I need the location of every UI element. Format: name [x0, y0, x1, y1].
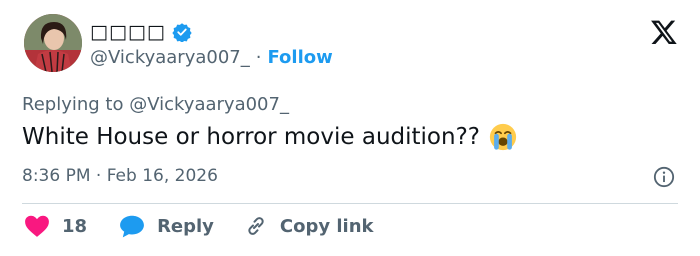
like-count: 18 — [62, 215, 88, 237]
replying-to-label[interactable]: Replying to @Vickyaarya007_ — [22, 94, 289, 115]
user-avatar-photo-icon — [24, 14, 82, 72]
author-name-row: □□□□ — [90, 20, 192, 44]
tweet-actions: 18 Reply Copy link — [24, 214, 374, 238]
tweet-timestamp[interactable]: 8:36 PM · Feb 16, 2026 — [22, 166, 218, 186]
copy-link-label: Copy link — [279, 215, 374, 237]
heart-icon — [25, 215, 49, 237]
author-handle[interactable]: @Vickyaarya007_ — [90, 47, 250, 68]
reply-label: Reply — [157, 215, 214, 237]
x-logo-icon[interactable] — [650, 18, 678, 46]
copy-link-button[interactable]: Copy link — [244, 214, 374, 238]
info-icon[interactable] — [653, 166, 675, 188]
link-chain-icon — [248, 217, 264, 235]
separator-dot: · — [255, 47, 262, 68]
tweet-text: White House or horror movie audition?? — [22, 124, 480, 150]
divider — [22, 203, 678, 204]
author-display-name[interactable]: □□□□ — [90, 21, 166, 43]
reply-bubble-icon — [120, 215, 144, 238]
author-avatar[interactable] — [24, 14, 82, 72]
follow-button[interactable]: Follow — [267, 47, 332, 68]
author-handle-row: @Vickyaarya007_ · Follow — [90, 47, 333, 68]
tweet-body: White House or horror movie audition?? — [22, 122, 518, 152]
loudly-crying-face-emoji-icon — [489, 123, 517, 151]
verified-badge-icon — [172, 23, 192, 42]
like-button[interactable]: 18 — [24, 214, 87, 238]
reply-button[interactable]: Reply — [119, 214, 214, 238]
